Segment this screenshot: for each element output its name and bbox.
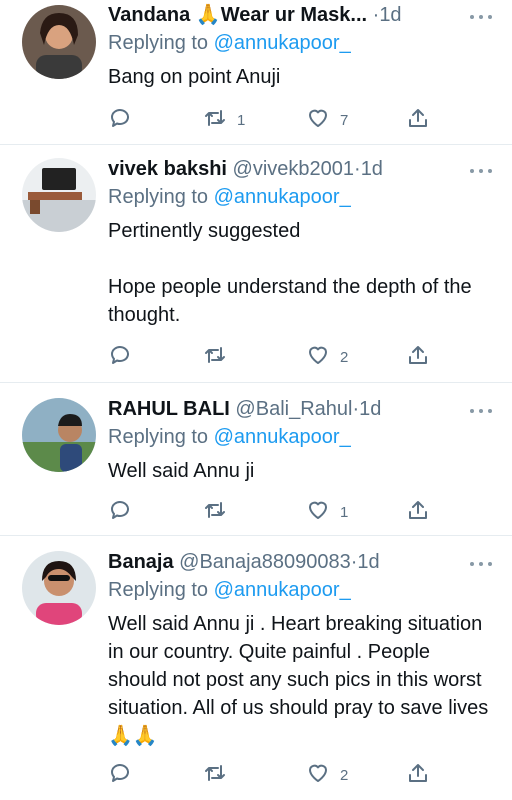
retweet-button[interactable]: [203, 344, 237, 370]
timestamp[interactable]: 1d: [379, 4, 401, 26]
tweet-actions: 1 7: [108, 107, 428, 133]
tweet-header: vivek bakshi @vivekb2001·1d: [108, 158, 383, 180]
replying-to: Replying to @annukapoor_: [108, 32, 351, 54]
mention-link[interactable]: @annukapoor_: [214, 426, 351, 448]
more-icon[interactable]: [468, 553, 494, 573]
retweet-button[interactable]: [203, 499, 237, 525]
share-icon: [406, 498, 430, 526]
tweet-text: Pertinently suggested Hope people unders…: [108, 220, 472, 326]
reply-button[interactable]: [108, 344, 132, 370]
avatar[interactable]: [22, 551, 96, 625]
share-button[interactable]: [406, 762, 430, 788]
mention-link[interactable]: @annukapoor_: [214, 32, 351, 54]
retweet-button[interactable]: [203, 762, 237, 788]
tweet[interactable]: Vandana 🙏Wear ur Mask... ·1d Replying to…: [0, 0, 512, 145]
more-icon[interactable]: [468, 400, 494, 420]
retweet-icon: [203, 343, 227, 371]
avatar[interactable]: [22, 158, 96, 232]
like-count: 1: [340, 503, 349, 521]
like-button[interactable]: 2: [306, 762, 348, 788]
avatar[interactable]: [22, 5, 96, 79]
mention-link[interactable]: @annukapoor_: [214, 579, 351, 601]
like-count: 7: [340, 111, 349, 129]
retweet-icon: [203, 498, 227, 526]
like-count: 2: [340, 348, 349, 366]
like-icon: [306, 343, 330, 371]
timestamp[interactable]: 1d: [361, 158, 383, 180]
share-button[interactable]: [406, 344, 430, 370]
tweet[interactable]: RAHUL BALI @Bali_Rahul·1d Replying to @a…: [0, 383, 512, 536]
like-button[interactable]: 7: [306, 107, 348, 133]
more-icon[interactable]: [468, 160, 494, 180]
avatar[interactable]: [22, 398, 96, 472]
share-button[interactable]: [406, 107, 430, 133]
display-name[interactable]: Vandana 🙏Wear ur Mask...: [108, 4, 367, 26]
like-icon: [306, 498, 330, 526]
tweet-actions: 2: [108, 344, 428, 370]
like-icon: [306, 106, 330, 134]
display-name[interactable]: vivek bakshi: [108, 158, 227, 180]
reply-icon: [108, 343, 132, 371]
reply-icon: [108, 761, 132, 789]
tweet-text: Bang on point Anuji: [108, 66, 281, 88]
mention-link[interactable]: @annukapoor_: [214, 186, 351, 208]
timestamp[interactable]: 1d: [357, 551, 379, 573]
reply-button[interactable]: [108, 499, 132, 525]
replying-to: Replying to @annukapoor_: [108, 579, 351, 601]
reply-button[interactable]: [108, 762, 132, 788]
tweet-text: Well said Annu ji: [108, 460, 255, 482]
share-icon: [406, 106, 430, 134]
tweet[interactable]: Banaja @Banaja88090083·1d Replying to @a…: [0, 536, 512, 800]
reply-icon: [108, 498, 132, 526]
tweet-header: RAHUL BALI @Bali_Rahul·1d: [108, 398, 382, 420]
like-button[interactable]: 2: [306, 344, 348, 370]
share-button[interactable]: [406, 499, 430, 525]
like-count: 2: [340, 766, 349, 784]
retweet-button[interactable]: 1: [203, 107, 245, 133]
tweet[interactable]: vivek bakshi @vivekb2001·1d Replying to …: [0, 145, 512, 383]
like-icon: [306, 761, 330, 789]
retweet-icon: [203, 761, 227, 789]
display-name[interactable]: RAHUL BALI: [108, 398, 230, 420]
retweet-count: 1: [237, 111, 246, 129]
tweet-text: Well said Annu ji . Heart breaking situa…: [108, 613, 489, 747]
tweet-header: Banaja @Banaja88090083·1d: [108, 551, 380, 573]
display-name[interactable]: Banaja: [108, 551, 174, 573]
reply-icon: [108, 106, 132, 134]
replying-to: Replying to @annukapoor_: [108, 426, 351, 448]
more-icon[interactable]: [468, 6, 494, 26]
tweet-header: Vandana 🙏Wear ur Mask... ·1d: [108, 4, 402, 26]
tweet-actions: 2: [108, 762, 428, 788]
user-handle[interactable]: @Banaja88090083: [179, 551, 351, 573]
like-button[interactable]: 1: [306, 499, 348, 525]
share-icon: [406, 343, 430, 371]
tweet-actions: 1: [108, 499, 428, 525]
reply-button[interactable]: [108, 107, 132, 133]
replying-to: Replying to @annukapoor_: [108, 186, 351, 208]
user-handle[interactable]: @Bali_Rahul: [235, 398, 352, 420]
share-icon: [406, 761, 430, 789]
user-handle[interactable]: @vivekb2001: [233, 158, 354, 180]
retweet-icon: [203, 106, 227, 134]
timestamp[interactable]: 1d: [359, 398, 381, 420]
